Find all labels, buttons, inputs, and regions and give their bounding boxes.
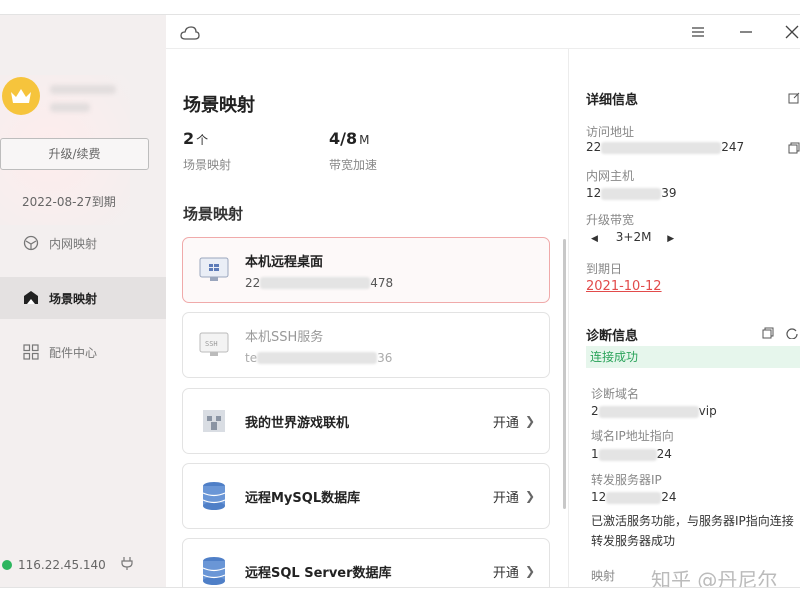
network-icon [22, 234, 40, 252]
avatar[interactable] [2, 77, 40, 115]
forward-label: 转发服务器IP [591, 473, 662, 487]
database-icon [199, 481, 229, 511]
close-icon[interactable] [782, 23, 800, 41]
activate-button[interactable]: 开通 ❯ [493, 562, 535, 581]
card-title: 远程MySQL数据库 [245, 490, 361, 506]
nav-label: 场景映射 [49, 291, 98, 306]
database-icon [199, 556, 229, 586]
user-id-blurred [50, 103, 90, 112]
card-title: 本机SSH服务 [245, 329, 324, 345]
chevron-right-icon: ❯ [524, 564, 535, 578]
svg-text:SSH: SSH [205, 340, 218, 348]
host-address: 12 39 [586, 186, 677, 200]
card-title: 我的世界游戏联机 [245, 415, 350, 431]
nav-item-scene-mapping[interactable]: 场景映射 [0, 277, 166, 319]
title-bar [166, 15, 800, 49]
ssh-terminal-icon: SSH [199, 330, 229, 360]
diagnostic-domain: 2 vip [591, 404, 717, 418]
domain-label: 诊断域名 [591, 387, 640, 401]
crown-icon [11, 89, 31, 103]
decrease-icon[interactable]: ◀ [591, 234, 598, 244]
diagnostic-note: 已激活服务功能，与服务器IP指向连接转发服务器成功 [591, 514, 794, 548]
scene-icon [22, 289, 40, 307]
card-address: 22 478 [245, 275, 394, 290]
expiry-date-link[interactable]: 2021-10-12 [586, 279, 662, 294]
plug-icon[interactable] [120, 556, 134, 573]
expire-date: 2022-08-27到期 [22, 195, 116, 209]
ip-status: 116.22.45.140 [0, 556, 166, 573]
scene-card-mysql[interactable]: 远程MySQL数据库 开通 ❯ [182, 463, 550, 529]
access-address: 22 247 [586, 140, 745, 154]
nav-item-intranet-mapping[interactable]: 内网映射 [0, 222, 166, 264]
activate-button[interactable]: 开通 ❯ [493, 412, 535, 431]
scene-card-minecraft[interactable]: 我的世界游戏联机 开通 ❯ [182, 388, 550, 454]
mapping-label: 映射 [591, 569, 616, 583]
minimize-icon[interactable] [736, 23, 756, 41]
stat-label: 带宽加速 [329, 158, 378, 172]
watermark: 知乎 @丹尼尔 [651, 568, 778, 588]
scene-card-sqlserver[interactable]: 远程SQL Server数据库 开通 ❯ [182, 538, 550, 587]
bandwidth-value: 3+2M [615, 230, 652, 244]
minecraft-icon [199, 406, 229, 436]
increase-icon[interactable]: ▶ [667, 234, 674, 244]
activate-button[interactable]: 开通 ❯ [493, 487, 535, 506]
connection-status-badge: 连接成功 [586, 346, 800, 368]
scene-card-remote-desktop[interactable]: 本机远程桌面 22 478 [182, 237, 550, 303]
card-address: te 36 [245, 350, 393, 365]
page-title: 场景映射 [183, 95, 255, 116]
online-status-icon [2, 559, 12, 570]
bandwidth-label: 升级带宽 [586, 213, 635, 227]
diagnostics-title: 诊断信息 [586, 329, 639, 344]
details-title: 详细信息 [586, 93, 639, 108]
host-label: 内网主机 [586, 169, 635, 183]
copy-icon[interactable] [761, 326, 775, 340]
bandwidth-stepper[interactable]: ◀ 3+2M ▶ [591, 230, 674, 244]
section-title: 场景映射 [183, 205, 244, 223]
details-panel: 详细信息 访问地址 22 247 内网主机 12 39 升级带宽 ◀ 3+2M ▶ … [568, 49, 800, 587]
nav-label: 内网映射 [49, 236, 98, 251]
apps-grid-icon [22, 343, 40, 361]
windows-desktop-icon [199, 255, 229, 285]
sidebar: 升级/续费 2022-08-27到期 内网映射 场景映射 配件中心 116.22… [0, 15, 166, 587]
app-window: 升级/续费 2022-08-27到期 内网映射 场景映射 配件中心 116.22… [0, 14, 800, 588]
dns-ip: 1 24 [591, 447, 672, 461]
username-blurred [50, 85, 116, 94]
menu-icon[interactable] [688, 23, 708, 41]
stat-unit: M [359, 133, 370, 147]
cloud-icon [180, 25, 200, 44]
dns-label: 域名IP地址指向 [591, 429, 674, 443]
refresh-icon[interactable] [785, 326, 799, 340]
scene-card-ssh[interactable]: SSH 本机SSH服务 te 36 [182, 312, 550, 378]
stat-label: 场景映射 [183, 158, 232, 172]
main-content: 场景映射 2个 场景映射 4/8 M 带宽加速 场景映射 本机远程桌面 22 478… [166, 49, 568, 587]
access-label: 访问地址 [586, 125, 635, 139]
card-title: 本机远程桌面 [245, 254, 324, 270]
stat-value: 2 [183, 129, 195, 148]
nav-label: 配件中心 [49, 345, 98, 360]
nav-item-accessory-center[interactable]: 配件中心 [0, 331, 166, 373]
chevron-right-icon: ❯ [524, 489, 535, 503]
scrollbar[interactable] [563, 239, 566, 509]
ip-address: 116.22.45.140 [18, 557, 106, 572]
stat-value: 4/8 [329, 129, 358, 148]
upgrade-renew-button[interactable]: 升级/续费 [0, 138, 149, 170]
edit-icon[interactable] [787, 91, 800, 105]
stat-scene-count: 2个 场景映射 [183, 129, 231, 173]
stat-bandwidth: 4/8 M 带宽加速 [329, 129, 377, 173]
card-title: 远程SQL Server数据库 [245, 565, 392, 581]
copy-icon[interactable] [787, 141, 800, 155]
forward-ip: 12 24 [591, 490, 677, 504]
stat-unit: 个 [196, 133, 209, 147]
expiry-label: 到期日 [586, 262, 623, 276]
chevron-right-icon: ❯ [524, 414, 535, 428]
